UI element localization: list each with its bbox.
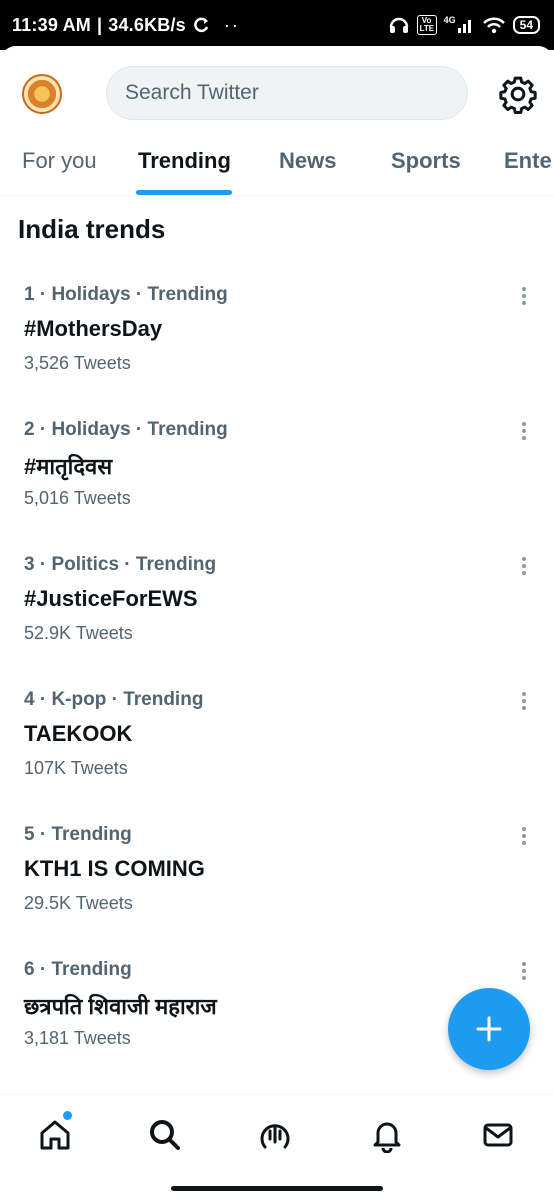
status-bar: 11:39 AM | 34.6KB/s ·· Vo LTE 4G 54 bbox=[0, 0, 554, 50]
nav-messages[interactable] bbox=[478, 1115, 518, 1155]
more-options-icon[interactable] bbox=[514, 284, 534, 308]
messages-icon bbox=[483, 1123, 513, 1147]
nav-notifications[interactable] bbox=[367, 1115, 407, 1155]
home-badge-dot bbox=[63, 1111, 72, 1120]
trend-item[interactable]: 4 · K-pop · Trending TAEKOOK 107K Tweets bbox=[0, 689, 554, 824]
trend-count: 52.9K Tweets bbox=[24, 623, 133, 643]
profile-avatar[interactable] bbox=[22, 74, 62, 114]
trend-name: #मातृदिवस bbox=[24, 454, 113, 479]
plus-icon bbox=[476, 1016, 502, 1042]
search-icon bbox=[150, 1120, 180, 1150]
trend-count: 107K Tweets bbox=[24, 758, 128, 778]
sync-icon bbox=[194, 17, 209, 33]
more-options-icon[interactable] bbox=[514, 554, 534, 578]
tab-sports[interactable]: Sports bbox=[391, 148, 461, 174]
tab-trending[interactable]: Trending bbox=[138, 148, 231, 174]
home-gesture-bar[interactable] bbox=[171, 1186, 383, 1191]
trend-item[interactable]: 3 · Politics · Trending #JusticeForEWS 5… bbox=[0, 554, 554, 689]
trend-count: 5,016 Tweets bbox=[24, 488, 131, 508]
trend-meta: 3 · Politics · Trending bbox=[24, 554, 217, 575]
tab-news[interactable]: News bbox=[279, 148, 336, 174]
nav-spaces[interactable] bbox=[255, 1115, 295, 1155]
home-icon bbox=[40, 1120, 70, 1150]
trend-name: #MothersDay bbox=[24, 316, 163, 341]
gear-icon[interactable] bbox=[498, 74, 538, 114]
trend-name: छत्रपति शिवाजी महाराज bbox=[24, 994, 217, 1019]
more-options-icon[interactable] bbox=[514, 419, 534, 443]
status-separator: | bbox=[96, 14, 103, 35]
bottom-navigation bbox=[0, 1094, 554, 1176]
trend-meta: 1 · Holidays · Trending bbox=[24, 284, 228, 305]
battery-indicator: 54 bbox=[512, 16, 540, 34]
trend-item[interactable]: 1 · Holidays · Trending #MothersDay 3,52… bbox=[0, 284, 554, 419]
tab-for-you[interactable]: For you bbox=[22, 148, 97, 174]
trend-name: KTH1 IS COMING bbox=[24, 856, 205, 881]
active-tab-indicator bbox=[136, 190, 232, 195]
notifications-icon bbox=[373, 1122, 401, 1153]
search-bar[interactable] bbox=[106, 66, 468, 120]
tab-entertainment[interactable]: Ente bbox=[504, 148, 552, 174]
network-speed: 34.6KB/s bbox=[108, 14, 186, 35]
trend-meta: 5 · Trending bbox=[24, 824, 132, 845]
compose-tweet-button[interactable] bbox=[448, 988, 530, 1070]
network-type: 4G bbox=[443, 15, 456, 25]
trend-name: TAEKOOK bbox=[24, 721, 133, 746]
search-input[interactable] bbox=[125, 81, 467, 105]
trend-count: 3,181 Tweets bbox=[24, 1028, 131, 1048]
top-bar bbox=[0, 56, 554, 120]
trend-item[interactable]: 2 · Holidays · Trending #मातृदिवस 5,016 … bbox=[0, 419, 554, 554]
explore-tabs: For you Trending News Sports Ente bbox=[0, 132, 554, 196]
trend-count: 3,526 Tweets bbox=[24, 353, 131, 373]
signal-icon bbox=[457, 20, 471, 33]
trend-meta: 6 · Trending bbox=[24, 959, 132, 980]
more-options-icon[interactable] bbox=[514, 959, 534, 983]
status-time: 11:39 AM bbox=[12, 14, 91, 35]
headset-icon bbox=[389, 17, 408, 33]
trend-name: #JusticeForEWS bbox=[24, 586, 198, 611]
nav-search[interactable] bbox=[145, 1115, 185, 1155]
nav-home[interactable] bbox=[35, 1111, 75, 1155]
trend-meta: 2 · Holidays · Trending bbox=[24, 419, 228, 440]
wifi-icon bbox=[482, 17, 505, 34]
volte-icon: Vo LTE bbox=[416, 15, 437, 35]
app-container: For you Trending News Sports Ente India … bbox=[0, 46, 554, 1200]
trend-count: 29.5K Tweets bbox=[24, 893, 133, 913]
section-title: India trends bbox=[18, 214, 166, 244]
more-notifications-icon: ·· bbox=[223, 14, 240, 35]
trend-meta: 4 · K-pop · Trending bbox=[24, 689, 204, 710]
trend-item[interactable]: 5 · Trending KTH1 IS COMING 29.5K Tweets bbox=[0, 824, 554, 959]
more-options-icon[interactable] bbox=[514, 689, 534, 713]
spaces-icon bbox=[260, 1124, 290, 1149]
more-options-icon[interactable] bbox=[514, 824, 534, 848]
